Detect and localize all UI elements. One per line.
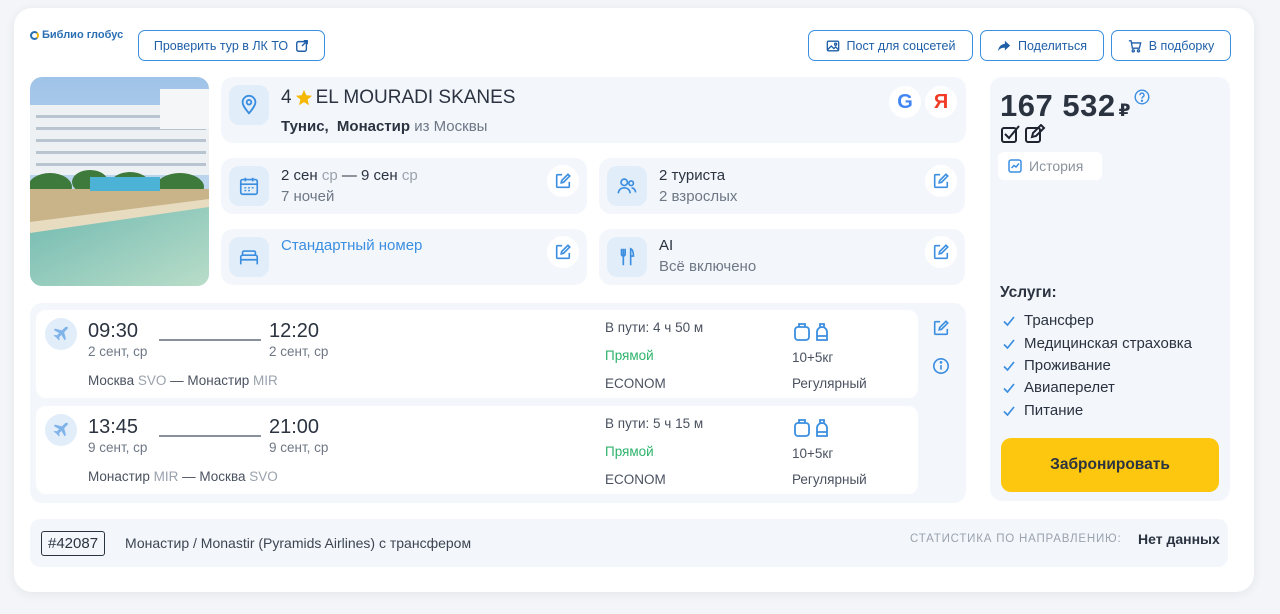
info-icon <box>932 357 950 375</box>
tourists-panel <box>599 158 965 214</box>
share-arrow-icon <box>997 40 1011 51</box>
dates-range: 2 сен ср — 9 сен ср <box>281 167 418 184</box>
cutlery-icon <box>607 237 647 277</box>
tourists-count: 2 туриста <box>659 167 726 184</box>
tourists-detail: 2 взрослых <box>659 188 738 205</box>
flight-class: ECONOM <box>605 376 666 391</box>
flight-duration: В пути: 5 ч 15 м <box>605 416 704 431</box>
flight-duration: В пути: 4 ч 50 м <box>605 320 704 335</box>
price-actions <box>1000 124 1046 144</box>
room-type-link[interactable]: Стандартный номер <box>281 237 422 254</box>
social-post-button[interactable]: Пост для соцсетей <box>808 30 973 61</box>
flight-arrival-time: 21:00 <box>269 416 320 438</box>
flight-departure-date: 9 сент, ср <box>88 440 148 455</box>
flight-arrival-date: 2 сент, ср <box>269 344 329 359</box>
flight-departure-time: 13:45 <box>88 416 139 438</box>
hotel-departure: из Москвы <box>414 118 488 135</box>
cart-icon <box>1128 39 1142 53</box>
users-icon <box>607 166 647 206</box>
meal-code: AI <box>659 237 674 254</box>
add-to-selection-button[interactable]: В подборку <box>1111 30 1231 61</box>
nights-count: 7 ночей <box>281 188 335 205</box>
calendar-icon <box>229 166 269 206</box>
stats-label: СТАТИСТИКА ПО НАПРАВЛЕНИЮ: <box>910 533 1122 545</box>
book-button[interactable]: Забронировать <box>1001 438 1219 492</box>
star-icon <box>295 89 312 106</box>
hotel-title: 4 EL MOURADI SKANES <box>281 87 515 109</box>
flight-line <box>159 435 261 437</box>
tour-description: Монастир / Monastir (Pyramids Airlines) … <box>125 535 472 551</box>
stats-value: Нет данных <box>1138 531 1220 547</box>
flight-info-button[interactable] <box>925 350 957 382</box>
edit-icon <box>555 244 571 260</box>
tour-price: 167 532 ₽ <box>1000 88 1131 123</box>
edit-meal-button[interactable] <box>925 236 957 268</box>
service-item: Медицинская страховка <box>1002 335 1192 352</box>
flight-line <box>159 339 261 341</box>
meal-name: Всё включено <box>659 258 757 275</box>
baggage-icon <box>793 322 830 342</box>
edit-icon <box>933 320 949 336</box>
hotel-name[interactable]: EL MOURADI SKANES <box>316 87 516 109</box>
flight-arrival-date: 9 сент, ср <box>269 440 329 455</box>
flight-baggage: 10+5кг <box>792 446 834 461</box>
hotel-country: Тунис, <box>281 118 329 135</box>
edit-flights-button[interactable] <box>925 312 957 344</box>
service-item: Питание <box>1002 402 1083 419</box>
yandex-rating-badge[interactable]: Я <box>925 86 957 118</box>
flight-kind: Регулярный <box>792 376 867 391</box>
service-item: Проживание <box>1002 357 1111 374</box>
check-tour-button[interactable]: Проверить тур в ЛК ТО <box>138 30 325 61</box>
check-icon <box>1003 315 1015 326</box>
checkbox-checked-icon[interactable] <box>1000 124 1022 144</box>
service-item: Трансфер <box>1002 312 1094 329</box>
plane-icon <box>45 414 77 446</box>
flight-departure-time: 09:30 <box>88 320 139 342</box>
price-history-button[interactable]: История <box>998 152 1102 180</box>
flight-departure-date: 2 сент, ср <box>88 344 148 359</box>
edit-dates-button[interactable] <box>547 165 579 197</box>
share-button[interactable]: Поделиться <box>980 30 1104 61</box>
currency-sign: ₽ <box>1118 101 1131 120</box>
edit-icon <box>555 173 571 189</box>
image-icon <box>826 40 839 51</box>
service-item: Авиаперелет <box>1002 379 1115 396</box>
services-title: Услуги: <box>1000 284 1057 301</box>
flight-class: ECONOM <box>605 472 666 487</box>
check-icon <box>1003 405 1015 416</box>
note-edit-icon[interactable] <box>1024 124 1046 144</box>
flight-direct-label: Прямой <box>605 348 654 363</box>
price-help-icon[interactable] <box>1134 89 1150 105</box>
flight-route: Монастир MIR — Москва SVO <box>88 469 278 484</box>
hotel-location: Тунис, Монастир из Москвы <box>281 118 487 135</box>
check-icon <box>1003 382 1015 393</box>
hotel-photo[interactable] <box>30 77 209 286</box>
brand-logo: Библио глобус <box>30 29 123 41</box>
meal-panel <box>599 229 965 285</box>
bed-icon <box>229 237 269 277</box>
check-icon <box>1003 338 1015 349</box>
check-icon <box>1003 360 1015 371</box>
logo-icon <box>30 30 39 40</box>
edit-tourists-button[interactable] <box>925 165 957 197</box>
flight-direct-label: Прямой <box>605 444 654 459</box>
location-pin-icon <box>229 85 269 125</box>
google-rating-badge[interactable]: G <box>889 86 921 118</box>
external-link-icon <box>296 39 309 52</box>
hotel-city: Монастир <box>336 118 411 135</box>
edit-room-button[interactable] <box>547 236 579 268</box>
edit-icon <box>933 173 949 189</box>
flight-route: Москва SVO — Монастир MIR <box>88 373 278 388</box>
flight-arrival-time: 12:20 <box>269 320 320 342</box>
flight-baggage: 10+5кг <box>792 350 834 365</box>
tour-id-badge[interactable]: #42087 <box>41 531 106 556</box>
hotel-stars: 4 <box>281 87 292 108</box>
baggage-icon <box>793 418 830 438</box>
flight-kind: Регулярный <box>792 472 867 487</box>
plane-icon <box>45 318 77 350</box>
hotel-photo-image <box>30 77 209 286</box>
edit-icon <box>933 244 949 260</box>
chart-icon <box>1008 159 1022 173</box>
